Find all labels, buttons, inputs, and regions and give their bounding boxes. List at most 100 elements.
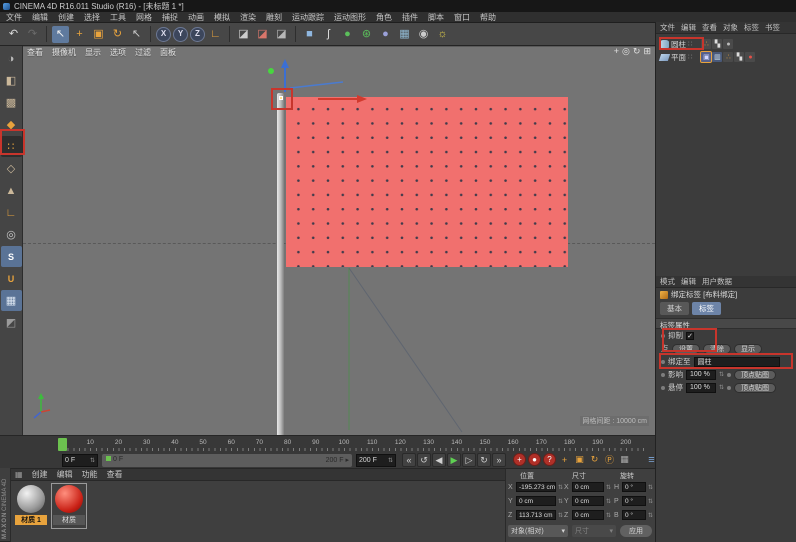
- cloth-belt-tag[interactable]: ▣: [701, 52, 711, 62]
- last-tool-icon[interactable]: ↖: [128, 26, 145, 43]
- object-row-cylinder[interactable]: 圆柱 ∷ ∴▚●: [656, 38, 796, 50]
- loop-button[interactable]: ↻: [477, 453, 491, 467]
- enable-snap-icon[interactable]: S: [1, 246, 22, 267]
- spline-pen-icon[interactable]: ʃ: [320, 26, 337, 43]
- menu-item[interactable]: 渲染: [240, 12, 256, 23]
- tick-item[interactable]: 20: [104, 437, 132, 451]
- subdivision-surface-icon[interactable]: ●: [339, 26, 356, 43]
- menu-item[interactable]: 查看: [107, 469, 123, 480]
- spinner-icon[interactable]: ⇅: [719, 384, 724, 391]
- y-axis-handle-icon[interactable]: [268, 68, 274, 74]
- menu-item[interactable]: 帮助: [480, 12, 496, 23]
- current-frame-field[interactable]: 0 F⇅: [62, 454, 98, 467]
- live-selection-tool-icon[interactable]: ↖: [52, 26, 69, 43]
- influence-vertex-map-button[interactable]: 顶点贴图: [734, 370, 776, 380]
- rotate-tool-icon[interactable]: ↻: [109, 26, 126, 43]
- phong-tag[interactable]: ▚: [734, 52, 744, 62]
- spinner-icon[interactable]: ⇅: [388, 457, 393, 464]
- coords-size-dropdown[interactable]: 尺寸▾: [572, 525, 616, 537]
- phong-tag[interactable]: ▚: [712, 39, 722, 49]
- magnet-tool-icon[interactable]: U: [1, 268, 22, 289]
- coords-mode-dropdown[interactable]: 对象(相对)▾: [508, 525, 568, 537]
- light-icon[interactable]: ☼: [434, 26, 451, 43]
- plane-flag-object[interactable]: [286, 97, 568, 267]
- enable-axis-icon[interactable]: ∟: [1, 202, 22, 223]
- menu-item[interactable]: 动画: [188, 12, 204, 23]
- vpm-item[interactable]: 选项: [110, 47, 126, 58]
- coordinate-system-icon[interactable]: ∟: [207, 26, 224, 43]
- tick-item[interactable]: 100: [330, 437, 358, 451]
- tick-item[interactable]: 180: [555, 437, 583, 451]
- deformer-icon[interactable]: ●: [377, 26, 394, 43]
- menu-item[interactable]: 对象: [723, 22, 738, 33]
- cylinder-pole-object[interactable]: [277, 93, 284, 435]
- menu-item[interactable]: 捕捉: [162, 12, 178, 23]
- tick-item[interactable]: 70: [245, 437, 273, 451]
- menu-item[interactable]: 角色: [376, 12, 392, 23]
- menu-item[interactable]: 插件: [402, 12, 418, 23]
- menu-item[interactable]: 运动跟踪: [292, 12, 324, 23]
- record-keyframe-button[interactable]: +: [513, 453, 526, 466]
- rotation-p-field[interactable]: 0 °: [622, 496, 646, 506]
- vpm-item[interactable]: 面板: [160, 47, 176, 58]
- menu-item[interactable]: 创建: [58, 12, 74, 23]
- move-tool-icon[interactable]: +: [71, 26, 88, 43]
- menu-item[interactable]: 创建: [32, 469, 48, 480]
- record-scale-toggle[interactable]: ▣: [573, 453, 586, 466]
- tick-item[interactable]: 30: [133, 437, 161, 451]
- tick-item[interactable]: 40: [161, 437, 189, 451]
- cube-primitive-icon[interactable]: ■: [301, 26, 318, 43]
- size-z-field[interactable]: 0 cm: [572, 510, 604, 520]
- hover-vertex-map-button[interactable]: 顶点贴图: [734, 383, 776, 393]
- tick-item[interactable]: 90: [302, 437, 330, 451]
- menu-item[interactable]: 文件: [660, 22, 675, 33]
- menu-item[interactable]: 脚本: [428, 12, 444, 23]
- tick-item[interactable]: 10: [76, 437, 104, 451]
- view-pan-icon[interactable]: +: [614, 46, 619, 57]
- tick-item[interactable]: 150: [471, 437, 499, 451]
- tick-item[interactable]: 50: [189, 437, 217, 451]
- tick-item[interactable]: 110: [358, 437, 386, 451]
- next-frame-button[interactable]: ▷: [462, 453, 476, 467]
- texture-tag[interactable]: ●: [723, 39, 733, 49]
- quantize-icon[interactable]: ▦: [1, 290, 22, 311]
- autokey-button[interactable]: ●: [528, 453, 541, 466]
- menu-item[interactable]: 文件: [6, 12, 22, 23]
- floor-environment-icon[interactable]: ▦: [396, 26, 413, 43]
- view-rotate-icon[interactable]: ↻: [633, 46, 641, 57]
- point-selection-tag[interactable]: ∴: [701, 39, 711, 49]
- render-to-picture-viewer-icon[interactable]: ◪: [254, 26, 271, 43]
- menu-item[interactable]: 编辑: [32, 12, 48, 23]
- vpm-item[interactable]: 摄像机: [52, 47, 76, 58]
- size-y-field[interactable]: 0 cm: [572, 496, 604, 506]
- goto-start-button[interactable]: «: [402, 453, 416, 467]
- tick-item[interactable]: 80: [274, 437, 302, 451]
- menu-item[interactable]: 编辑: [57, 469, 73, 480]
- scale-tool-icon[interactable]: ▣: [90, 26, 107, 43]
- visibility-dots-icon[interactable]: ∷: [688, 53, 693, 61]
- hover-field[interactable]: 100 %: [686, 383, 716, 393]
- cloth-tag[interactable]: ▥: [712, 52, 722, 62]
- selected-point-marker[interactable]: [279, 96, 283, 100]
- tick-item[interactable]: 60: [217, 437, 245, 451]
- view-zoom-icon[interactable]: ◎: [622, 46, 630, 57]
- keyframe-selection-button[interactable]: ?: [543, 453, 556, 466]
- previous-frame-button[interactable]: ◀: [432, 453, 446, 467]
- axis-z-toggle[interactable]: Z: [190, 27, 205, 42]
- timeline-range-slider[interactable]: 0 F 200 F ▸: [102, 454, 352, 467]
- mograph-array-icon[interactable]: ⊛: [358, 26, 375, 43]
- material-tag[interactable]: ●: [745, 52, 755, 62]
- vpm-item[interactable]: 显示: [85, 47, 101, 58]
- tick-item[interactable]: 160: [499, 437, 527, 451]
- redo-icon[interactable]: ↷: [24, 26, 41, 43]
- material-item-2[interactable]: 材质: [52, 484, 86, 528]
- play-backward-button[interactable]: ↺: [417, 453, 431, 467]
- goto-end-button[interactable]: »: [492, 453, 506, 467]
- influence-field[interactable]: 100 %: [686, 370, 716, 380]
- position-y-field[interactable]: 0 cm: [516, 496, 556, 506]
- record-parameter-toggle[interactable]: Ⓟ: [603, 453, 616, 466]
- tick-item[interactable]: 130: [414, 437, 442, 451]
- set-points-button[interactable]: 设置: [672, 344, 700, 354]
- tick-item[interactable]: 140: [443, 437, 471, 451]
- undo-icon[interactable]: ↶: [5, 26, 22, 43]
